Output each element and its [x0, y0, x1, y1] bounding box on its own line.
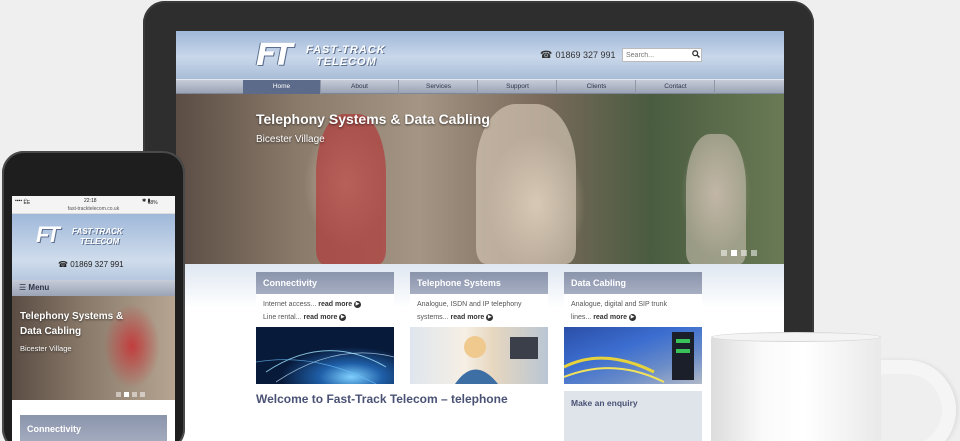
content-area: Connectivity Internet access... read mor… — [176, 264, 784, 441]
slider-dot[interactable] — [132, 392, 137, 397]
card-connectivity[interactable]: Connectivity Internet access... read mor… — [255, 272, 395, 385]
read-more-link[interactable]: read more — [450, 314, 484, 321]
call-centre-image — [410, 327, 548, 384]
nav-support[interactable]: Support — [479, 80, 557, 94]
slider-dot-active[interactable] — [124, 392, 129, 397]
cabling-image — [563, 327, 702, 384]
phone-icon: ☎ — [540, 50, 553, 61]
logo-text-line1: FAST-TRACK — [72, 227, 123, 236]
phone-number: 01869 327 991 — [555, 50, 616, 60]
card-body: Analogue, digital and SIP trunk lines...… — [564, 294, 702, 328]
logo-text-line1: FAST-TRACK — [306, 44, 386, 56]
slider-dot[interactable] — [116, 392, 121, 397]
url-bar[interactable]: fast-tracktelecom.co.uk — [12, 205, 175, 214]
card-telephone-systems[interactable]: Telephone Systems Analogue, ISDN and IP … — [410, 272, 548, 384]
status-battery: ✱ 68% ▮ — [142, 198, 158, 206]
card-body: Internet access... read more ▶ Line rent… — [256, 294, 394, 328]
mobile-hero: Telephony Systems & Data Cabling Biceste… — [12, 296, 175, 400]
mug-handle — [872, 360, 956, 441]
arrow-right-icon: ▶ — [486, 313, 494, 321]
card-body: Analogue, ISDN and IP telephony systems.… — [410, 294, 548, 328]
hero-photo-figure — [476, 104, 576, 264]
card-text: Analogue, digital and SIP trunk — [571, 301, 667, 308]
hamburger-icon: ☰ — [19, 283, 27, 292]
read-more-link[interactable]: read more — [318, 301, 352, 308]
hero-subtitle: Bicester Village — [256, 134, 325, 145]
hero-banner: Telephony Systems & Data Cabling Biceste… — [176, 94, 784, 264]
card-text: lines... — [571, 314, 592, 321]
mobile-header: FT FAST-TRACK TELECOM ☎ 01869 327 991 — [12, 214, 175, 280]
mobile-menu-button[interactable]: ☰ Menu — [12, 280, 175, 296]
read-more-link[interactable]: read more — [593, 314, 627, 321]
logo-text-line2: TELECOM — [80, 237, 120, 246]
card-text: Internet access... — [263, 301, 317, 308]
phone-icon: ☎ — [58, 260, 68, 269]
search-icon[interactable] — [690, 49, 701, 61]
arrow-right-icon: ▶ — [339, 313, 347, 321]
coffee-mug — [711, 336, 881, 441]
status-carrier: ▪▪▪▪ EE ◠ — [15, 198, 31, 206]
nav-home[interactable]: Home — [243, 80, 321, 94]
phone-screen: ▪▪▪▪ EE ◠ 22:18 ✱ 68% ▮ fast-trackteleco… — [12, 196, 175, 441]
mobile-hero-subtitle: Bicester Village — [20, 344, 72, 353]
slider-dot[interactable] — [751, 250, 757, 256]
main-nav: Home About Services Support Clients Cont… — [176, 79, 784, 94]
mobile-hero-title: Telephony Systems & Data Cabling — [20, 311, 124, 337]
header-phone[interactable]: ☎ 01869 327 991 — [540, 50, 616, 61]
card-text: systems... — [417, 314, 449, 321]
slider-dot-active[interactable] — [731, 250, 737, 256]
globe-network-image — [255, 327, 395, 385]
hero-title: Telephony Systems & Data Cabling — [256, 111, 490, 127]
card-title: Connectivity — [256, 272, 394, 294]
site-header: FT FAST-TRACK TELECOM ☎ 01869 327 991 — [176, 31, 784, 79]
nav-contact[interactable]: Contact — [637, 80, 715, 94]
slider-dots — [116, 384, 148, 402]
tablet-screen: FT FAST-TRACK TELECOM ☎01869 327 991 Hom… — [176, 31, 784, 441]
logo-mark: FT — [36, 222, 60, 247]
arrow-right-icon: ▶ — [354, 300, 362, 308]
logo-text-line2: TELECOM — [316, 56, 377, 68]
card-title: Telephone Systems — [410, 272, 548, 294]
logo[interactable]: FT FAST-TRACK TELECOM — [256, 38, 416, 74]
slider-dot[interactable] — [140, 392, 145, 397]
arrow-right-icon: ▶ — [629, 313, 636, 321]
read-more-link[interactable]: read more — [303, 314, 337, 321]
card-title: Data Cabling — [564, 272, 702, 294]
nav-services[interactable]: Services — [400, 80, 478, 94]
nav-about[interactable]: About — [321, 80, 399, 94]
mobile-card-connectivity[interactable]: Connectivity — [20, 415, 167, 441]
enquiry-box[interactable]: Make an enquiry — [564, 391, 702, 441]
card-text: Line rental... — [263, 314, 302, 321]
card-data-cabling[interactable]: Data Cabling Analogue, digital and SIP t… — [563, 272, 702, 384]
mobile-phone-number[interactable]: ☎ 01869 327 991 — [58, 260, 124, 269]
status-bar: ▪▪▪▪ EE ◠ 22:18 ✱ 68% ▮ — [12, 196, 175, 206]
mug-rim — [711, 332, 881, 342]
hero-photo-figure — [316, 114, 386, 264]
status-time: 22:18 — [84, 198, 97, 204]
nav-clients[interactable]: Clients — [558, 80, 636, 94]
card-text: Analogue, ISDN and IP telephony — [417, 301, 522, 308]
slider-dot[interactable] — [721, 250, 727, 256]
welcome-heading: Welcome to Fast-Track Telecom – telephon… — [256, 392, 508, 406]
logo-mark: FT — [256, 38, 293, 73]
slider-dot[interactable] — [741, 250, 747, 256]
slider-dots — [721, 243, 761, 261]
